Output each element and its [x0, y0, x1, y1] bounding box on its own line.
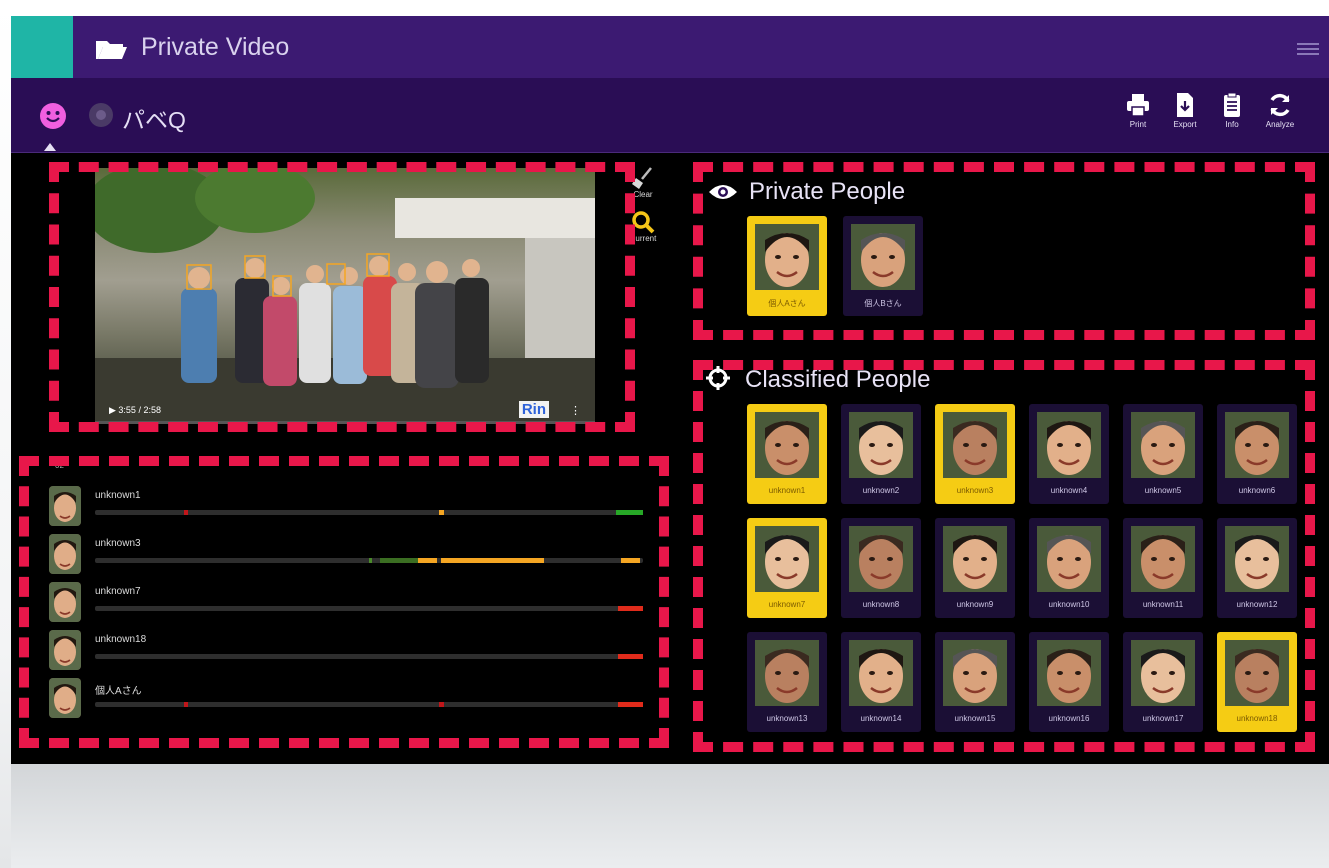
info-button[interactable]: Info [1209, 92, 1255, 129]
camera-lens-icon[interactable] [88, 102, 114, 133]
app-window: Private Video パベQ Print Export Info Anal… [11, 16, 1329, 764]
title-bar: Private Video [11, 16, 1329, 78]
classified-people-annotation-frame [693, 360, 1315, 752]
timeline-annotation-frame [19, 456, 669, 748]
floor-reflection [11, 764, 1329, 868]
refresh-icon [1270, 93, 1290, 117]
clear-label: Clear [633, 190, 653, 199]
info-clipboard-icon [1224, 92, 1240, 117]
video-annotation-frame [49, 162, 635, 432]
caret-up-icon [44, 138, 56, 156]
smiley-face-icon[interactable] [39, 102, 67, 135]
window-title: Private Video [141, 33, 290, 61]
toolbar: パベQ Print Export Info Analyze [11, 78, 1329, 153]
printer-icon [1127, 94, 1149, 117]
folder-open-icon [95, 38, 127, 65]
print-label: Print [1129, 120, 1147, 129]
analyze-label: Analyze [1265, 120, 1295, 129]
info-label: Info [1225, 120, 1239, 129]
export-icon [1177, 93, 1193, 117]
private-people-annotation-frame [693, 162, 1315, 340]
hamburger-menu-icon[interactable] [1297, 42, 1319, 60]
export-label: Export [1173, 120, 1197, 129]
export-button[interactable]: Export [1162, 92, 1208, 129]
analyze-button[interactable]: Analyze [1257, 92, 1303, 129]
print-button[interactable]: Print [1115, 92, 1161, 129]
video-name: パベQ [122, 107, 186, 133]
app-accent-block [11, 16, 73, 78]
